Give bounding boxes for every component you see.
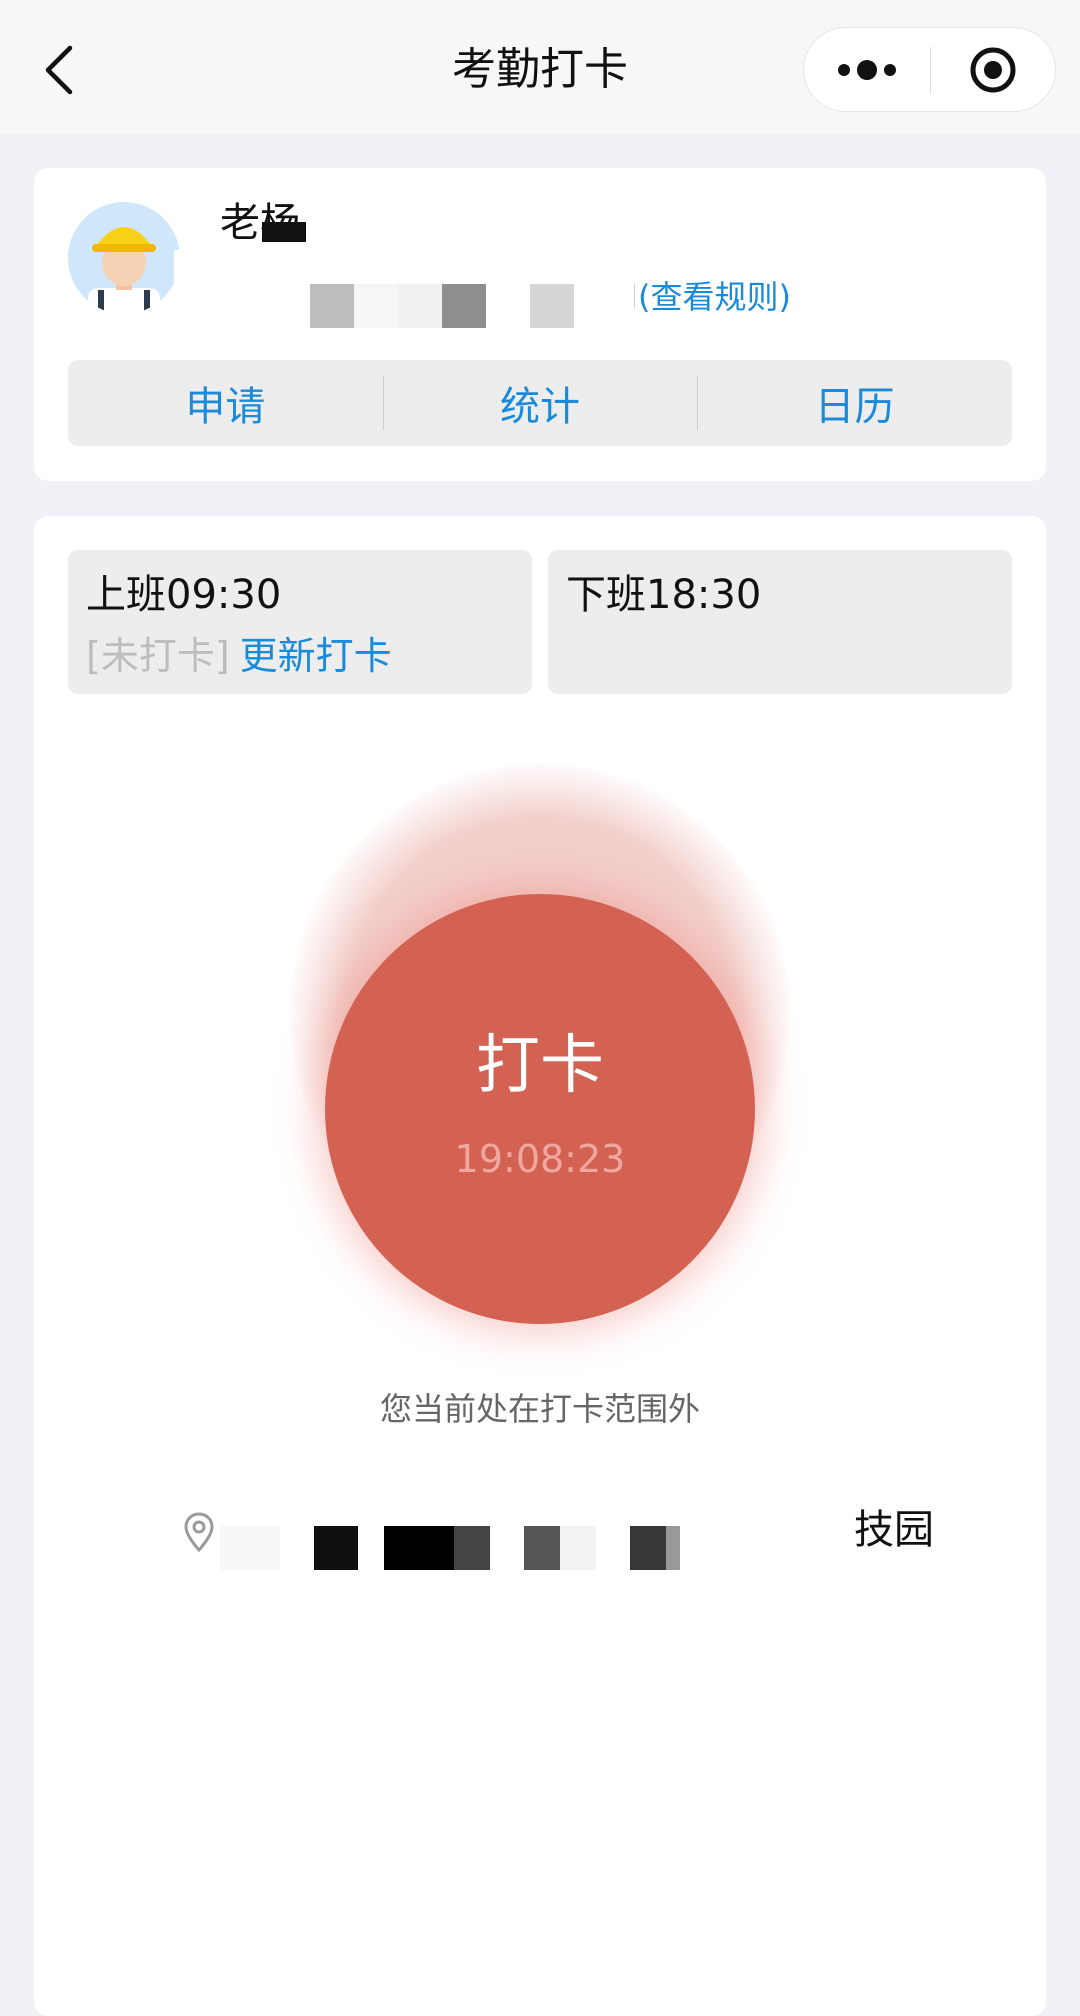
on-duty-shift[interactable]: 上班09:30 [未打卡] 更新打卡	[68, 550, 532, 694]
navigation-bar: 考勤打卡	[0, 0, 1080, 134]
profile-card: 老杨 司(查看规则) 申请 统计 日历	[34, 168, 1046, 481]
current-time: 19:08:23	[454, 1137, 626, 1181]
punch-status-badge: [未打卡]	[86, 634, 230, 678]
avatar	[68, 202, 180, 314]
redaction-block	[384, 1526, 454, 1570]
worker-avatar-icon	[68, 202, 180, 314]
redaction-block	[530, 284, 574, 328]
close-button[interactable]	[931, 28, 1057, 113]
redaction-block	[666, 1526, 680, 1570]
redaction-block	[454, 1526, 490, 1570]
more-dots-icon	[838, 60, 896, 80]
redaction-block	[220, 1526, 280, 1570]
calendar-button[interactable]: 日历	[697, 360, 1012, 446]
range-status-text: 您当前处在打卡范围外	[379, 1390, 700, 1428]
redaction-block	[524, 1526, 560, 1570]
redaction-block	[560, 1526, 596, 1570]
statistics-button[interactable]: 统计	[382, 360, 698, 446]
attendance-card: 上班09:30 [未打卡] 更新打卡 下班18:30 打卡 19:08:23 您当…	[34, 516, 1046, 2016]
update-punch-link[interactable]: 更新打卡	[240, 634, 392, 678]
on-duty-time: 上班09:30	[86, 572, 282, 618]
redaction-block	[314, 1526, 358, 1570]
redaction-block	[630, 1526, 666, 1570]
location-row: 技园	[184, 1506, 944, 1570]
quick-actions-bar: 申请 统计 日历	[68, 360, 1012, 446]
location-pin-icon	[184, 1512, 214, 1552]
redaction-block	[442, 284, 486, 328]
redaction-block	[310, 284, 354, 328]
mini-program-capsule	[803, 27, 1056, 112]
punch-label: 打卡	[476, 1029, 604, 1103]
off-duty-time: 下班18:30	[566, 572, 762, 618]
apply-button[interactable]: 申请	[68, 360, 383, 446]
more-button[interactable]	[804, 28, 930, 113]
redaction-block	[354, 284, 398, 328]
name-redaction	[262, 222, 306, 242]
location-text: 技园	[854, 1507, 934, 1553]
punch-button[interactable]: 打卡 19:08:23	[325, 894, 755, 1324]
target-circle-icon	[970, 47, 1016, 93]
redaction-block	[398, 284, 442, 328]
on-duty-status-line: [未打卡] 更新打卡	[86, 630, 392, 682]
view-rules-link[interactable]: (查看规则)	[638, 278, 791, 316]
off-duty-shift[interactable]: 下班18:30	[548, 550, 1012, 694]
